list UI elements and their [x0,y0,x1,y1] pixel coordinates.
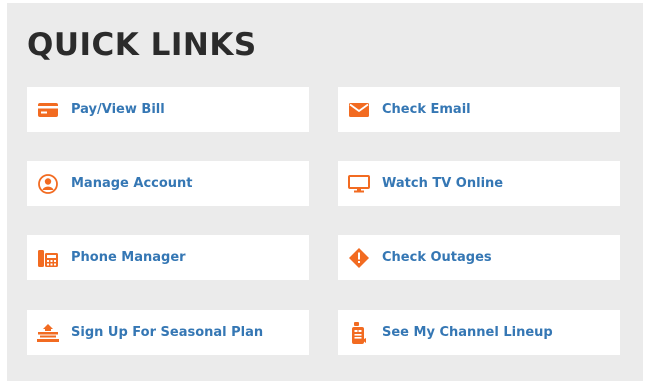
phone-manager-link[interactable]: Phone Manager [27,235,309,280]
watch-tv-online-label: Watch TV Online [382,176,504,191]
check-outages-label: Check Outages [382,250,492,265]
manage-account-link[interactable]: Manage Account [27,161,309,206]
phone-manager-label: Phone Manager [71,250,186,265]
quick-links-panel: QUICK LINKS Pay/View Bill Check Email Ma… [7,3,643,381]
pay-view-bill-label: Pay/View Bill [71,102,165,117]
manage-account-label: Manage Account [71,176,193,191]
user-circle-icon [37,173,59,194]
monitor-icon [348,174,370,194]
phone-icon [37,248,59,268]
warning-diamond-icon [348,247,370,268]
see-channel-lineup-label: See My Channel Lineup [382,325,553,340]
credit-card-icon [37,100,59,120]
sign-up-seasonal-plan-label: Sign Up For Seasonal Plan [71,325,264,340]
check-outages-link[interactable]: Check Outages [338,235,620,280]
seasonal-plan-icon [37,323,59,343]
watch-tv-online-link[interactable]: Watch TV Online [338,161,620,206]
envelope-icon [348,100,370,120]
check-email-label: Check Email [382,102,471,117]
pay-view-bill-link[interactable]: Pay/View Bill [27,87,309,132]
see-channel-lineup-link[interactable]: See My Channel Lineup [338,310,620,355]
sign-up-seasonal-plan-link[interactable]: Sign Up For Seasonal Plan [27,310,309,355]
quick-links-title: QUICK LINKS [27,27,257,63]
check-email-link[interactable]: Check Email [338,87,620,132]
remote-control-icon [348,321,370,344]
